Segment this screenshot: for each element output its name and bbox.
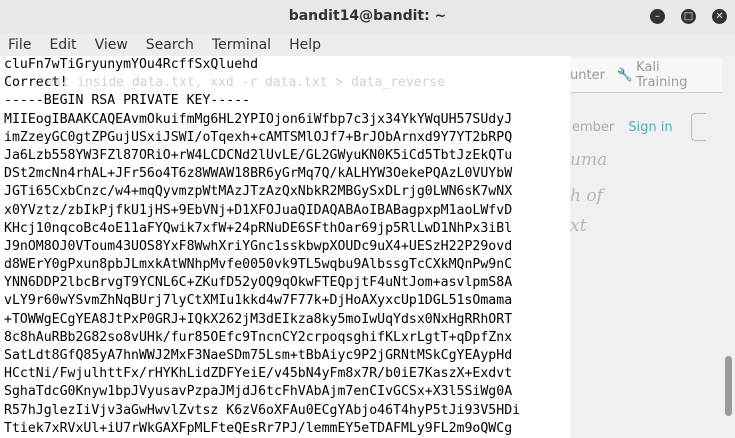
minimize-button[interactable]: –: [650, 9, 665, 24]
menu-bar: File Edit View Search Terminal Help: [0, 34, 735, 56]
terminal-line: vLY9r60wYSvmZhNqBUrj7lyCtXMIu1kkd4w7F77k…: [4, 293, 513, 309]
close-button[interactable]: ✕: [712, 9, 727, 24]
menu-terminal[interactable]: Terminal: [203, 37, 280, 53]
terminal-line: 8c8hAuRBb2G82so8vUHk/fur85OEfc9TncnCY2cr…: [4, 329, 513, 345]
terminal-line: Ttiek7xRVxUl+iU7rWkGAXFpMLFteQEsRr7PJ/le…: [4, 420, 513, 436]
terminal-line: YNN6DDP2lbcBrvgT9YCNL6C+ZKufD52yOQ9qOkwF…: [4, 275, 513, 291]
menu-search[interactable]: Search: [137, 37, 203, 53]
terminal-line: Ja6Lzb558YW3FZl87ORiO+rW4LCDCNd2lUvLE/GL…: [4, 147, 513, 163]
terminal-line: MIIEogIBAAKCAQEAvmOkuifmMg6HL2YPIOjon6iW…: [4, 111, 513, 127]
terminal-window: bandit14@bandit: ~ – □ ✕ File Edit View …: [0, 0, 735, 438]
terminal-line: KHcj10nqcoBc4oE11aFYQwik7xfW+24pRNuDE6SF…: [4, 220, 513, 236]
terminal-line: DSt2mcNn4rhAL+JFr56o4T6z8WWAW18BR6yGrMq7…: [4, 166, 513, 182]
terminal-line: -----BEGIN RSA PRIVATE KEY-----: [4, 93, 251, 109]
menu-file[interactable]: File: [0, 37, 40, 53]
menu-help[interactable]: Help: [280, 37, 330, 53]
title-bar[interactable]: bandit14@bandit: ~ – □ ✕: [0, 0, 735, 35]
scrollbar[interactable]: [722, 56, 735, 438]
terminal-line: SghaTdcG0Knyw1bpJVyusavPzpaJMjdJ6tcFhVAb…: [4, 384, 513, 400]
terminal-output[interactable]: cluFn7wTiGryunymYOu4RcffSxQluehd Correct…: [0, 56, 570, 438]
terminal-line: R57hJglezIiVjv3aGwHwvlZvtsz K6zV6oXFAu0E…: [4, 402, 521, 418]
scrollbar-thumb[interactable]: [725, 356, 732, 416]
window-title: bandit14@bandit: ~: [288, 8, 447, 24]
menu-view[interactable]: View: [86, 37, 137, 53]
terminal-line: J9nOM8OJ0VToum43UOS8YxF8WwhXriYGnc1sskbw…: [4, 238, 513, 254]
terminal-line: imZzeyGC0gtZPGujUSxiJSWI/oTqexh+cAMTSMlO…: [4, 129, 513, 145]
terminal-line: Correct!: [4, 75, 68, 91]
menu-edit[interactable]: Edit: [40, 37, 85, 53]
terminal-line: +TOWWgECgYEA8JtPxP0GRJ+IQkX262jM3dEIkza8…: [4, 311, 513, 327]
terminal-line: JGTi65CxbCnzc/w4+mqQyvmzpWtMAzJTzAzQxNbk…: [4, 184, 513, 200]
terminal-line: x0YVztz/zbIkPjfkU1jHS+9EbVNj+D1XFOJuaQID…: [4, 202, 513, 218]
terminal-line: HCctNi/FwjulhttFx/rHYKhLidZDFYeiE/v45bN4…: [4, 366, 513, 382]
terminal-line: d8WErY0gPxun8pbJLmxkAtWNhpMvfe0050vk9TL5…: [4, 257, 513, 273]
terminal-line: cluFn7wTiGryunymYOu4RcffSxQluehd: [4, 57, 259, 72]
maximize-button[interactable]: □: [681, 9, 696, 24]
terminal-line: SatLdt8GfQ85yA7hnWWJ2MxF3NaeSDm75Lsm+tBb…: [4, 348, 513, 363]
